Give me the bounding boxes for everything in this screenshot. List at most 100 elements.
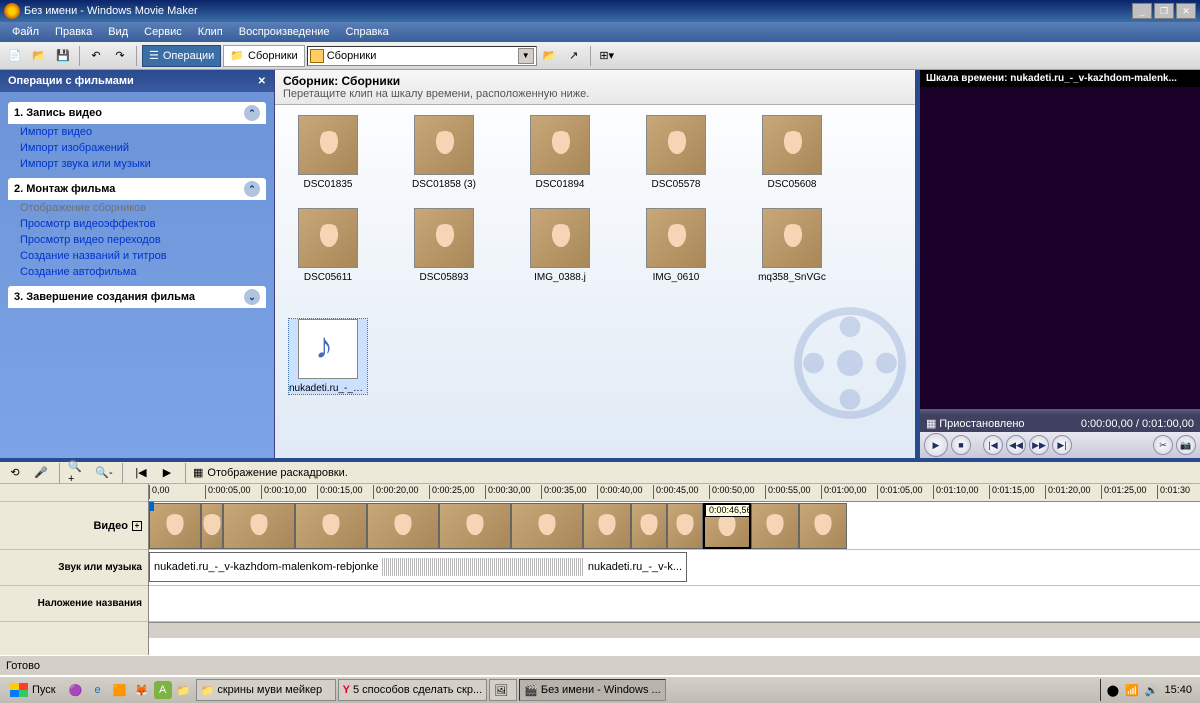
- undo-button[interactable]: ↶: [85, 45, 107, 67]
- clip-thumb[interactable]: DSC01835: [289, 115, 367, 190]
- title-track[interactable]: [149, 586, 1200, 622]
- forward-button[interactable]: ▶▶: [1029, 435, 1049, 455]
- video-clip[interactable]: 0:00:46,56: [703, 503, 751, 549]
- close-button[interactable]: ✕: [1176, 3, 1196, 19]
- link-import-video[interactable]: Импорт видео: [8, 124, 266, 140]
- clip-thumb[interactable]: DSC05608: [753, 115, 831, 190]
- tl-prev-button[interactable]: |◀: [130, 462, 152, 484]
- views-button[interactable]: ⊞▾: [596, 45, 618, 67]
- timeline-scrollbar[interactable]: [149, 622, 1200, 638]
- tray-icon[interactable]: ⬤: [1107, 684, 1119, 697]
- video-clip[interactable]: [295, 503, 367, 549]
- audio-clip[interactable]: nukadeti.ru_-_v-kazhdom-malenkom-rebjonk…: [149, 552, 687, 582]
- quick-launch-icon[interactable]: 🦊: [132, 680, 152, 700]
- taskbar-task[interactable]: 📁скрины муви мейкер: [196, 679, 336, 701]
- tasks-toggle[interactable]: ☰Операции: [142, 45, 221, 67]
- collapse-icon[interactable]: ⌃: [244, 181, 260, 197]
- clip-thumb[interactable]: DSC01894: [521, 115, 599, 190]
- clip-thumb[interactable]: DSC01858 (3): [405, 115, 483, 190]
- taskbar-task[interactable]: 🎬Без имени - Windows ...: [519, 679, 666, 701]
- menu-tools[interactable]: Сервис: [136, 24, 190, 40]
- video-track[interactable]: 0:00:46,56: [149, 502, 1200, 550]
- clip-thumb[interactable]: IMG_0388.j: [521, 208, 599, 283]
- preview-screen[interactable]: [920, 87, 1200, 409]
- tl-toggle-view[interactable]: Отображение раскадровки.: [207, 467, 347, 479]
- chevron-down-icon[interactable]: ▼: [518, 48, 534, 64]
- maximize-button[interactable]: ❐: [1154, 3, 1174, 19]
- section-edit[interactable]: 2. Монтаж фильма⌃: [8, 178, 266, 200]
- taskpane-close-icon[interactable]: ✕: [258, 76, 266, 87]
- next-button[interactable]: ▶|: [1052, 435, 1072, 455]
- link-import-audio[interactable]: Импорт звука или музыки: [8, 156, 266, 172]
- system-tray[interactable]: ⬤ 📶 🔊 15:40: [1100, 679, 1198, 701]
- clip-thumb[interactable]: DSC05893: [405, 208, 483, 283]
- open-button[interactable]: 📂: [28, 45, 50, 67]
- split-button[interactable]: ✂: [1153, 435, 1173, 455]
- new-button[interactable]: 📄: [4, 45, 26, 67]
- redo-button[interactable]: ↷: [109, 45, 131, 67]
- expand-track-button[interactable]: +: [132, 521, 142, 531]
- tl-zoomout-button[interactable]: 🔍-: [93, 462, 115, 484]
- expand-icon[interactable]: ⌄: [244, 289, 260, 305]
- menu-help[interactable]: Справка: [338, 24, 397, 40]
- tl-zoomin-button[interactable]: 🔍+: [67, 462, 89, 484]
- video-clip[interactable]: [583, 503, 631, 549]
- link-import-pictures[interactable]: Импорт изображений: [8, 140, 266, 156]
- clip-thumb[interactable]: mq358_SnVGc: [753, 208, 831, 283]
- time-ruler[interactable]: 0,000:00:05,000:00:10,000:00:15,000:00:2…: [149, 484, 1200, 502]
- menu-view[interactable]: Вид: [100, 24, 136, 40]
- menu-clip[interactable]: Клип: [190, 24, 231, 40]
- playhead[interactable]: [149, 502, 150, 549]
- video-clip[interactable]: [439, 503, 511, 549]
- clip-thumb[interactable]: IMG_0610: [637, 208, 715, 283]
- link-video-transitions[interactable]: Просмотр видео переходов: [8, 232, 266, 248]
- menu-play[interactable]: Воспроизведение: [231, 24, 338, 40]
- audio-track[interactable]: nukadeti.ru_-_v-kazhdom-malenkom-rebjonk…: [149, 550, 1200, 586]
- section-finish[interactable]: 3. Завершение создания фильма⌄: [8, 286, 266, 308]
- video-clip[interactable]: [799, 503, 847, 549]
- menu-edit[interactable]: Правка: [47, 24, 100, 40]
- stop-button[interactable]: ■: [951, 435, 971, 455]
- link-show-collections[interactable]: Отображение сборников: [8, 200, 266, 216]
- tray-icon[interactable]: 🔊: [1145, 684, 1159, 697]
- section-capture[interactable]: 1. Запись видео⌃: [8, 102, 266, 124]
- rewind-button[interactable]: ◀◀: [1006, 435, 1026, 455]
- quick-launch-icon[interactable]: 📁: [174, 680, 194, 700]
- video-clip[interactable]: [149, 503, 201, 549]
- clip-thumb[interactable]: DSC05578: [637, 115, 715, 190]
- start-button[interactable]: Пуск: [2, 681, 64, 699]
- snapshot-button[interactable]: 📷: [1176, 435, 1196, 455]
- prev-button[interactable]: |◀: [983, 435, 1003, 455]
- video-clip[interactable]: [367, 503, 439, 549]
- collapse-icon[interactable]: ⌃: [244, 105, 260, 121]
- video-clip[interactable]: [223, 503, 295, 549]
- save-button[interactable]: 💾: [52, 45, 74, 67]
- tl-rewind-button[interactable]: ⟲: [4, 462, 26, 484]
- menu-file[interactable]: Файл: [4, 24, 47, 40]
- link-titles-credits[interactable]: Создание названий и титров: [8, 248, 266, 264]
- audio-thumb[interactable]: nukadeti.ru_-_v-kazhdom...: [289, 319, 367, 394]
- video-clip[interactable]: [751, 503, 799, 549]
- tl-play-button[interactable]: ▶: [156, 462, 178, 484]
- taskbar-task[interactable]: Y5 способов сделать скр...: [338, 679, 488, 701]
- quick-launch-icon[interactable]: 🟧: [110, 680, 130, 700]
- link-automovie[interactable]: Создание автофильма: [8, 264, 266, 280]
- tray-clock[interactable]: 15:40: [1164, 684, 1192, 696]
- video-clip[interactable]: [511, 503, 583, 549]
- tray-icon[interactable]: 📶: [1125, 684, 1139, 697]
- collections-toggle[interactable]: 📁Сборники: [223, 45, 304, 67]
- play-button[interactable]: ▶: [924, 433, 948, 457]
- minimize-button[interactable]: _: [1132, 3, 1152, 19]
- props-button[interactable]: ↗: [563, 45, 585, 67]
- collection-combo[interactable]: Сборники ▼: [307, 46, 537, 66]
- clip-thumb[interactable]: DSC05611: [289, 208, 367, 283]
- taskbar-task[interactable]: 🖼: [489, 679, 517, 701]
- video-clip[interactable]: [631, 503, 667, 549]
- quick-launch-icon[interactable]: 🟣: [66, 680, 86, 700]
- up-button[interactable]: 📂: [539, 45, 561, 67]
- quick-launch-icon[interactable]: e: [88, 680, 108, 700]
- tl-narrate-button[interactable]: 🎤: [30, 462, 52, 484]
- video-clip[interactable]: [667, 503, 703, 549]
- link-video-effects[interactable]: Просмотр видеоэффектов: [8, 216, 266, 232]
- quick-launch-icon[interactable]: A: [154, 681, 172, 699]
